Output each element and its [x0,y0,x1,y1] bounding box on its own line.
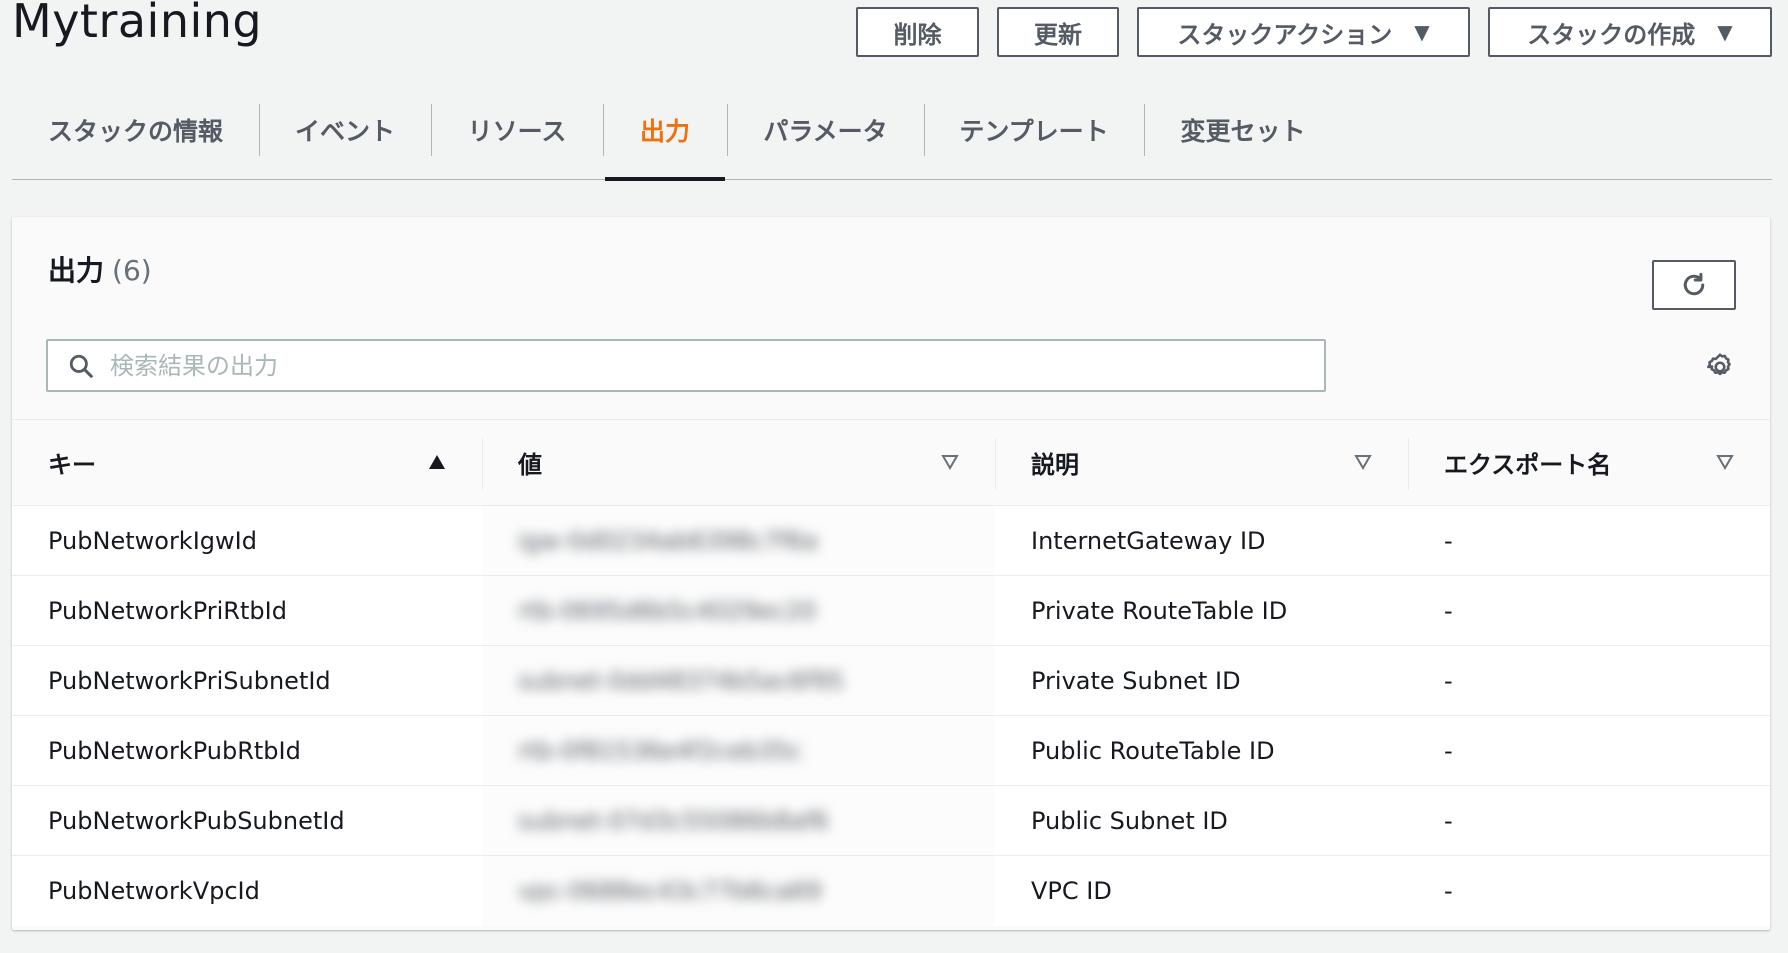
cell-export-name: - [1444,877,1453,905]
cell-description: Private Subnet ID [1031,666,1241,695]
tab-outputs[interactable]: 出力 [603,96,727,181]
table-row: PubNetworkPubRtbId rtb-0f81536e4f2ceb35c… [12,716,1770,786]
outputs-panel: 出力 (6) 検索結果の出力 キー 値 説明 エクスポート名 PubNetwor… [12,217,1770,930]
sort-descending-icon[interactable] [941,454,959,470]
cell-key: PubNetworkIgwId [48,526,257,555]
tab-resources[interactable]: リソース [431,96,603,179]
sort-ascending-icon[interactable] [428,454,446,470]
cell-export-name: - [1444,596,1453,625]
gear-icon[interactable] [1704,351,1736,383]
create-stack-label: スタックの作成 [1527,20,1696,49]
value-text: rtb-0f81536e4f2ceb35c [518,736,802,765]
value-text: subnet-0dd48374b5ac6f95 [518,666,844,695]
search-input[interactable] [96,341,1324,390]
cell-export-name: - [1444,736,1453,765]
column-header-label: キー [48,451,96,479]
cell-key: PubNetworkPriRtbId [48,596,287,625]
tab-parameters[interactable]: パラメータ [727,96,924,179]
create-stack-dropdown[interactable]: スタックの作成 ▼ [1488,7,1772,57]
cell-description: Public Subnet ID [1031,806,1228,835]
tab-label: テンプレート [959,116,1109,146]
tab-template[interactable]: テンプレート [924,96,1144,179]
delete-button[interactable]: 削除 [856,7,979,57]
cell-key: PubNetworkPriSubnetId [48,666,331,695]
cloudformation-stack-page: Mytraining 削除 更新 スタックアクション ▼ スタックの作成 ▼ ス… [0,0,1788,953]
value-text: igw-0d0234ab6398c7f6a [518,526,818,555]
sort-descending-icon[interactable] [1354,454,1372,470]
delete-button-label: 削除 [893,20,942,49]
cell-value: rtb-0695d6b5c4029ec20 [482,576,995,645]
cell-description: InternetGateway ID [1031,526,1266,555]
table-row: PubNetworkPriRtbId rtb-0695d6b5c4029ec20… [12,576,1770,646]
caret-down-icon: ▼ [1717,20,1733,44]
cell-value: rtb-0f81536e4f2ceb35c [482,716,995,785]
update-button-label: 更新 [1034,20,1082,49]
cell-description: VPC ID [1031,877,1112,905]
update-button[interactable]: 更新 [997,7,1119,57]
tab-label: リソース [467,116,567,146]
header-actions: 削除 更新 スタックアクション ▼ スタックの作成 ▼ [856,7,1772,57]
cell-description: Private RouteTable ID [1031,596,1288,625]
cell-export-name: - [1444,806,1453,835]
cell-value: vpc-0688ec43c77b6ca69 [482,856,995,926]
tab-label: パラメータ [763,116,888,146]
cell-export-name: - [1444,526,1453,555]
column-header-label: 値 [518,451,542,479]
search-box [46,339,1326,392]
tab-stack-info[interactable]: スタックの情報 [12,96,259,179]
tab-label: スタックの情報 [47,116,223,146]
value-text: vpc-0688ec43c77b6ca69 [518,877,822,905]
sort-descending-icon[interactable] [1716,454,1734,470]
table-row: PubNetworkIgwId igw-0d0234ab6398c7f6a In… [12,506,1770,576]
cell-description: Public RouteTable ID [1031,736,1275,765]
cell-key: PubNetworkPubRtbId [48,736,301,765]
column-header-label: エクスポート名 [1444,451,1612,479]
column-header-value[interactable]: 値 [482,420,995,505]
table-row: PubNetworkVpcId vpc-0688ec43c77b6ca69 VP… [12,856,1770,926]
panel-header: 出力 (6) [12,217,1770,417]
tab-label: イベント [294,116,395,146]
tab-bar: スタックの情報 イベント リソース 出力 パラメータ テンプレート 変更セット [12,96,1772,181]
stack-actions-label: スタックアクション [1177,20,1393,49]
table-header: キー 値 説明 エクスポート名 [12,419,1770,506]
cell-value: subnet-0dd48374b5ac6f95 [482,646,995,715]
outputs-title: 出力 (6) [48,249,152,289]
cell-export-name: - [1444,666,1453,695]
column-header-label: 説明 [1031,451,1079,479]
refresh-button[interactable] [1652,260,1736,310]
tab-change-sets[interactable]: 変更セット [1144,96,1342,179]
column-header-export-name[interactable]: エクスポート名 [1408,420,1770,505]
refresh-icon [1683,272,1705,296]
search-icon [66,351,96,381]
page-title: Mytraining [12,0,263,48]
outputs-table: キー 値 説明 エクスポート名 PubNetworkIgwId igw-0d02… [12,419,1770,926]
column-header-key[interactable]: キー [12,420,482,505]
cell-key: PubNetworkPubSubnetId [48,806,345,835]
cell-key: PubNetworkVpcId [48,877,260,905]
table-row: PubNetworkPriSubnetId subnet-0dd48374b5a… [12,646,1770,716]
cell-value: igw-0d0234ab6398c7f6a [482,506,995,575]
tab-events[interactable]: イベント [259,96,431,179]
outputs-count: (6) [112,254,152,287]
tab-label: 変更セット [1180,116,1306,146]
table-row: PubNetworkPubSubnetId subnet-07d3c55086b… [12,786,1770,856]
caret-down-icon: ▼ [1414,20,1430,44]
cell-value: subnet-07d3c55086b8af6 [482,786,995,855]
value-text: rtb-0695d6b5c4029ec20 [518,596,817,625]
column-header-description[interactable]: 説明 [995,420,1408,505]
outputs-title-text: 出力 [48,254,105,287]
tab-label: 出力 [639,116,690,146]
value-text: subnet-07d3c55086b8af6 [518,806,829,835]
stack-actions-dropdown[interactable]: スタックアクション ▼ [1137,7,1470,57]
